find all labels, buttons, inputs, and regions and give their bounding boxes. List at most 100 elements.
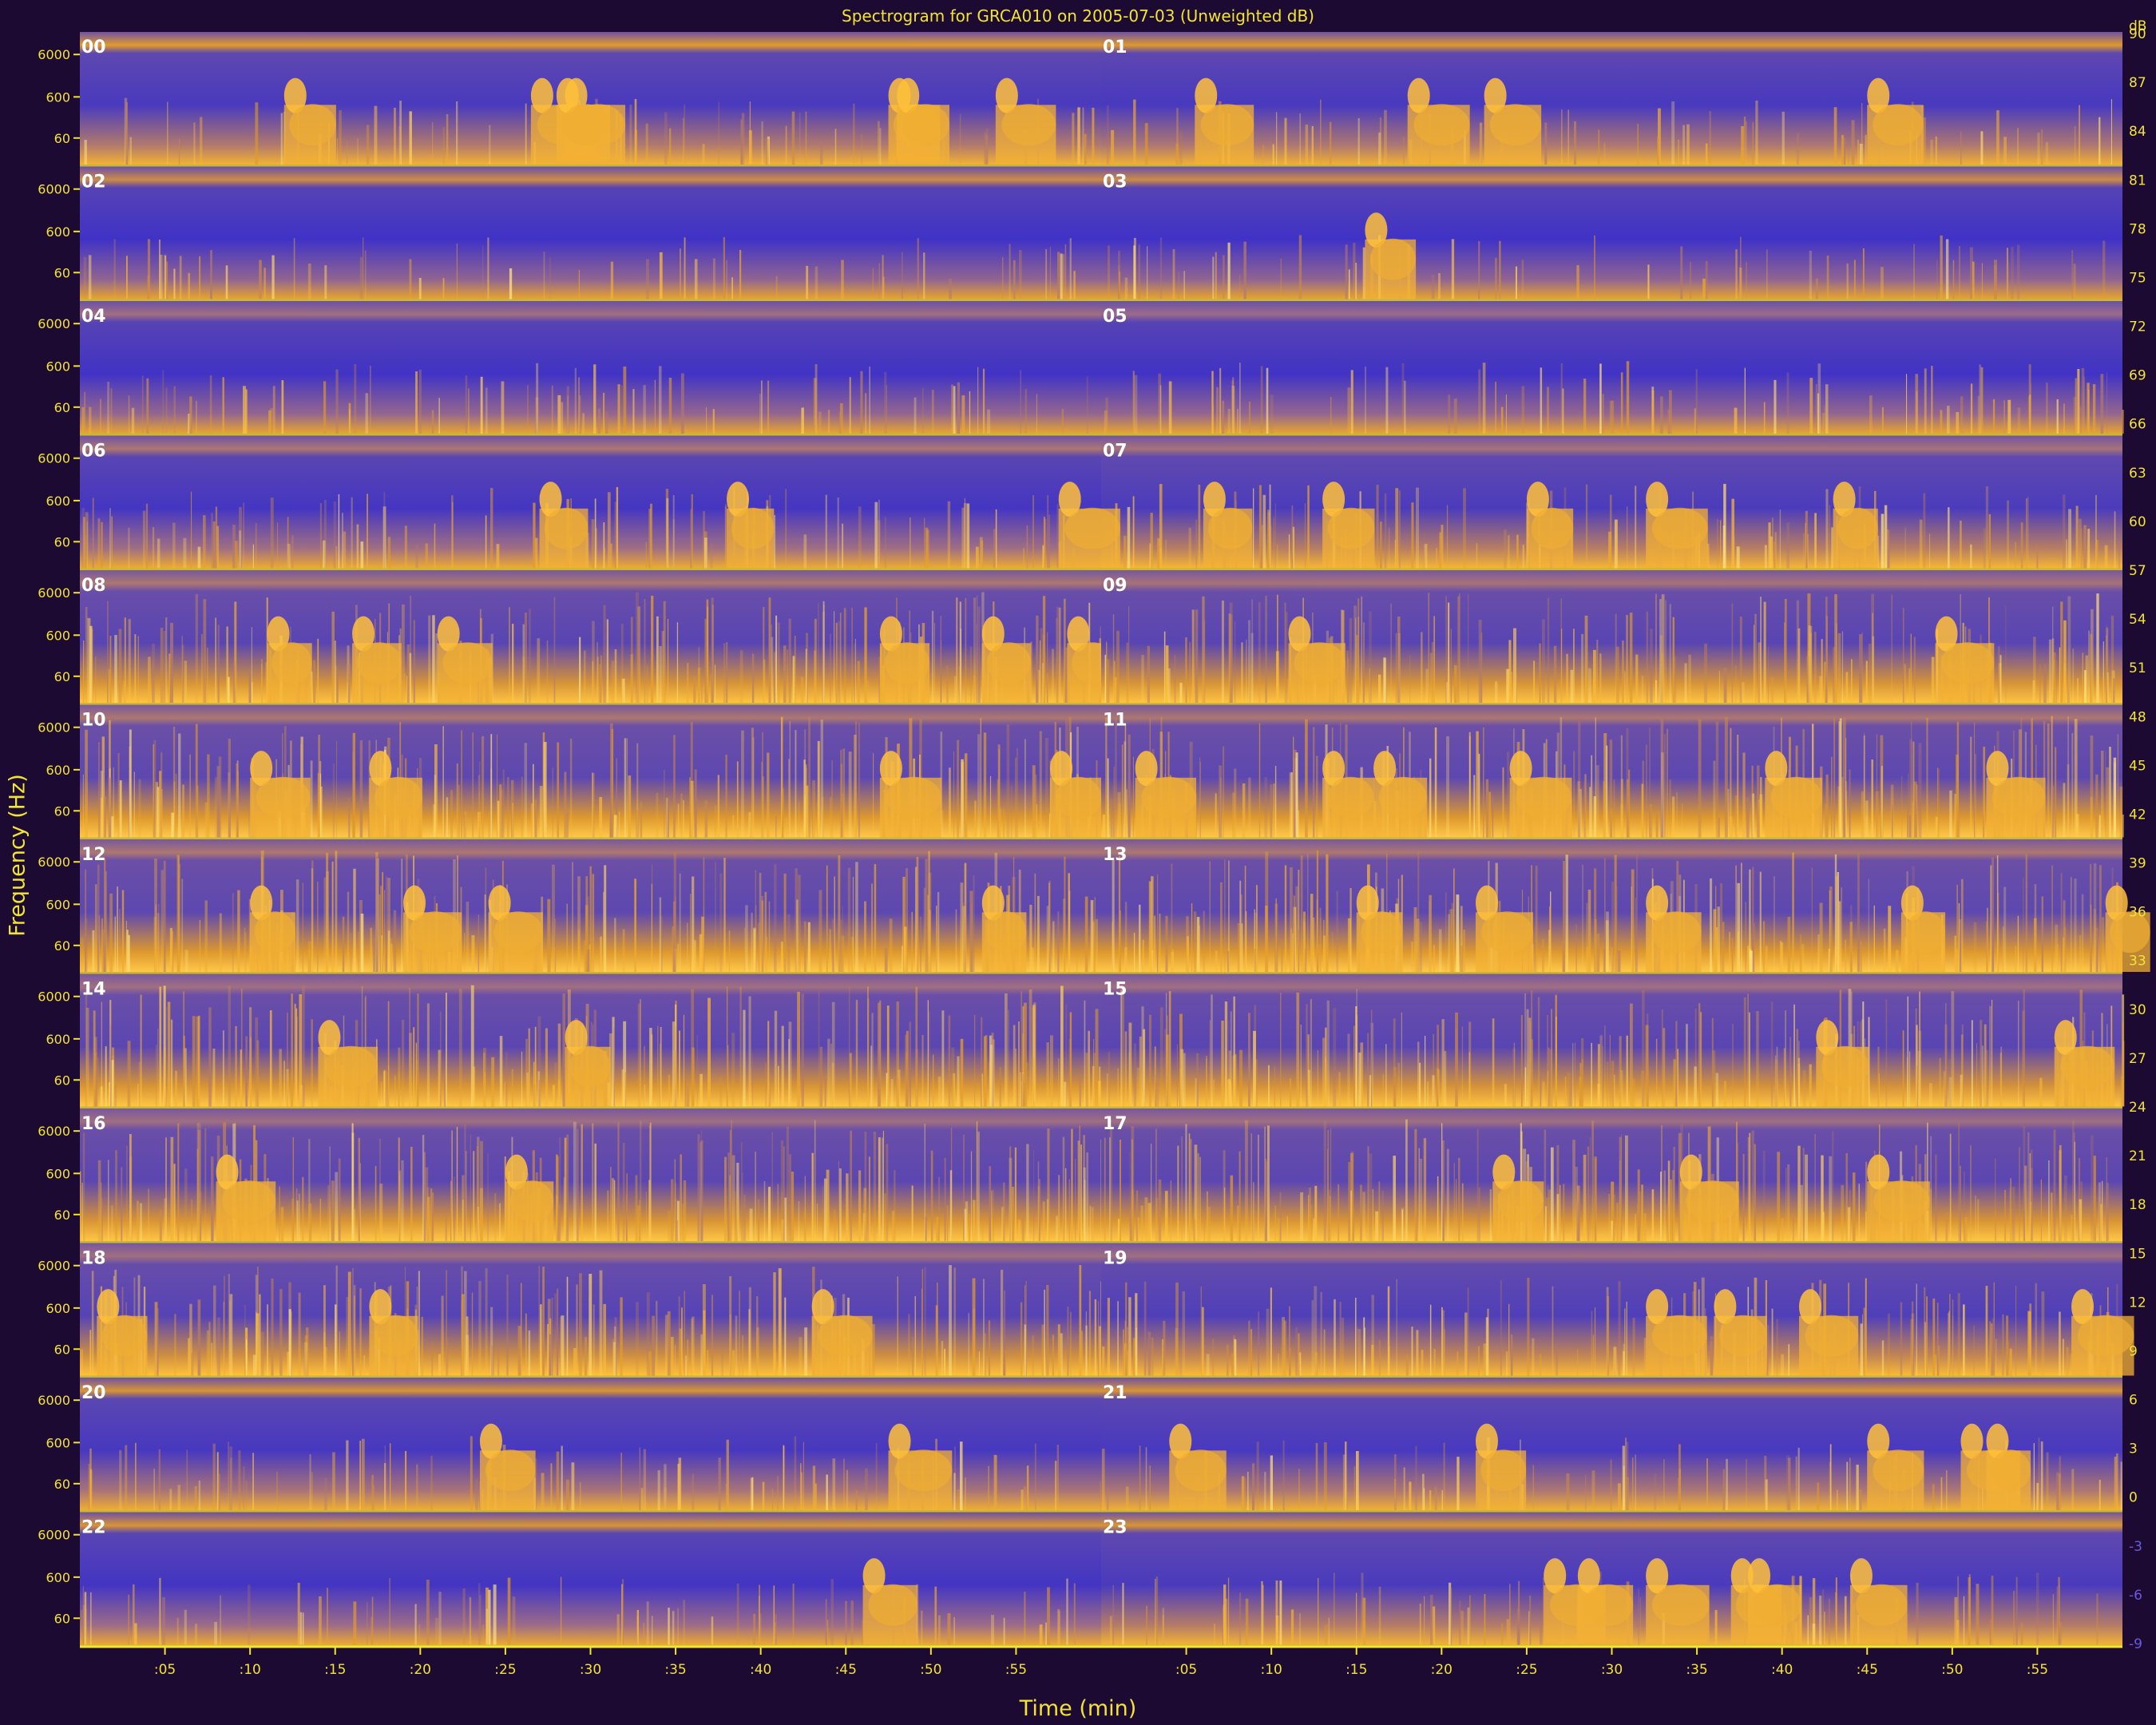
noise-streak — [1036, 615, 1039, 703]
noise-streak — [561, 1315, 565, 1376]
noise-streak — [693, 676, 696, 703]
hour-label: 09 — [1103, 576, 1128, 596]
noise-streak — [244, 932, 247, 972]
noise-streak — [1616, 1203, 1619, 1241]
noise-streak — [1233, 1054, 1237, 1107]
noise-streak — [1064, 1081, 1067, 1107]
noise-streak — [1504, 529, 1507, 569]
noise-streak — [759, 1613, 762, 1645]
noise-streak — [264, 268, 266, 299]
noise-streak — [1304, 948, 1307, 972]
noise-streak — [1540, 367, 1543, 434]
noise-streak — [1144, 1197, 1148, 1241]
noise-streak — [1123, 1329, 1124, 1376]
noise-streak — [1212, 256, 1215, 299]
noise-streak — [464, 933, 466, 972]
noise-streak — [983, 732, 987, 838]
noise-streak — [81, 406, 85, 434]
noise-streak — [690, 780, 694, 838]
noise-streak — [1651, 400, 1655, 434]
noise-streak — [947, 1613, 951, 1645]
noise-streak — [1881, 1340, 1885, 1376]
noise-streak — [1057, 1611, 1061, 1645]
noise-streak — [1849, 1457, 1851, 1510]
noise-streak — [923, 252, 925, 299]
row-separator — [80, 972, 2122, 974]
noise-streak — [167, 101, 168, 165]
noise-streak — [677, 943, 679, 972]
noise-streak — [324, 1477, 327, 1510]
noise-streak — [1445, 892, 1447, 972]
noise-streak — [220, 1595, 222, 1645]
noise-streak — [1349, 618, 1353, 703]
noise-streak — [1749, 1012, 1750, 1107]
noise-streak — [1871, 593, 1874, 703]
noise-streak — [1234, 768, 1237, 838]
noise-streak — [2073, 1132, 2075, 1241]
noise-streak — [804, 1327, 808, 1376]
noise-streak — [721, 1342, 723, 1376]
noise-streak — [184, 660, 187, 703]
noise-streak — [82, 1132, 85, 1241]
noise-streak — [572, 862, 573, 972]
noise-streak — [352, 1267, 354, 1376]
panel-background — [1101, 1243, 2122, 1376]
noise-streak — [1548, 1189, 1552, 1241]
noise-streak — [607, 1190, 609, 1241]
noise-streak — [1444, 1051, 1447, 1107]
noise-streak — [1155, 1128, 1157, 1241]
noise-streak — [875, 1443, 878, 1510]
noise-streak — [1163, 1320, 1166, 1376]
noise-streak — [1918, 743, 1922, 838]
panel-16: 16 — [80, 1108, 1104, 1241]
noise-streak — [1567, 109, 1569, 165]
noise-streak — [1802, 1148, 1805, 1241]
noise-streak — [831, 1001, 835, 1107]
noise-streak — [2090, 633, 2093, 703]
noise-streak — [581, 1124, 583, 1241]
noise-streak — [335, 1172, 339, 1241]
noise-streak — [1436, 548, 1437, 569]
noise-streak — [1739, 268, 1742, 299]
noise-streak — [1622, 1445, 1625, 1510]
noise-streak — [346, 1297, 349, 1376]
noise-streak — [533, 1084, 537, 1107]
noise-streak — [1805, 1154, 1808, 1241]
noise-streak — [2002, 926, 2004, 972]
noise-streak — [732, 1350, 735, 1376]
noise-streak — [865, 393, 867, 434]
noise-streak — [1356, 1451, 1359, 1510]
y-tick-label: 6000 — [38, 720, 70, 736]
noise-streak — [164, 1086, 166, 1107]
noise-streak — [2077, 369, 2080, 434]
noise-streak — [1646, 611, 1649, 703]
noise-streak — [336, 740, 338, 838]
noise-streak — [1020, 1302, 1023, 1376]
noise-streak — [1405, 1119, 1408, 1241]
noise-streak — [1195, 1078, 1197, 1107]
noise-streak — [1055, 1461, 1057, 1510]
noise-streak — [961, 395, 965, 434]
noise-streak — [1175, 143, 1179, 165]
noise-streak — [81, 1183, 83, 1241]
noise-streak — [1973, 1325, 1975, 1376]
noise-streak — [1555, 994, 1557, 1107]
noise-streak — [1149, 1465, 1151, 1510]
noise-streak — [603, 605, 606, 703]
noise-streak — [1783, 1048, 1785, 1107]
noise-streak — [212, 1049, 216, 1107]
hour-label: 11 — [1103, 711, 1128, 731]
noise-streak — [1179, 131, 1183, 165]
noise-streak — [89, 406, 92, 434]
noise-streak — [1666, 1204, 1669, 1241]
noise-streak — [1042, 663, 1044, 703]
noise-streak — [1641, 676, 1644, 703]
noise-streak — [1686, 1024, 1688, 1107]
noise-streak — [1024, 1592, 1026, 1645]
noise-streak — [1566, 1473, 1570, 1510]
noise-streak — [1239, 274, 1241, 299]
noise-streak — [410, 1147, 413, 1241]
noise-streak — [1460, 946, 1464, 972]
noise-streak — [599, 664, 602, 703]
noise-streak — [1165, 539, 1167, 569]
